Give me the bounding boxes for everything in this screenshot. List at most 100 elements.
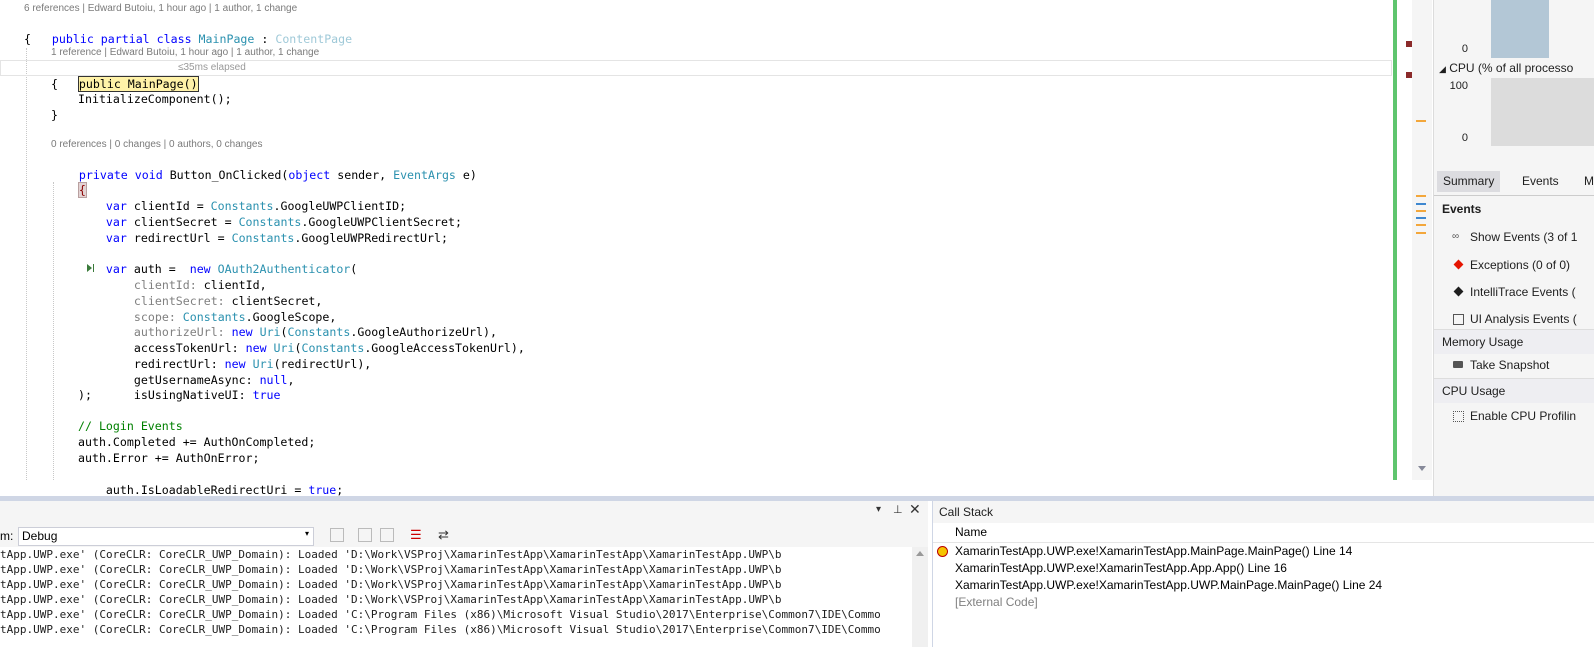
collapse-arrow-icon[interactable]: ◢ (1439, 64, 1446, 74)
class-declaration-line: public partial class MainPage : ContentP… (24, 15, 352, 46)
stack-frame[interactable]: XamarinTestApp.UWP.exe!XamarinTestApp.Ap… (933, 560, 1594, 577)
output-line: tApp.UWP.exe' (CoreCLR: CoreCLR_UWP_Doma… (0, 548, 782, 561)
tab-events[interactable]: Events (1516, 171, 1565, 192)
keyword: var (105, 231, 127, 245)
change-tracking-bar (1393, 0, 1397, 480)
output-text[interactable]: tApp.UWP.exe' (CoreCLR: CoreCLR_UWP_Doma… (0, 547, 912, 647)
stack-frame-name: XamarinTestApp.UWP.exe!XamarinTestApp.Ma… (955, 544, 1353, 558)
constructor-signature[interactable]: public MainPage() (77, 76, 199, 92)
dropdown-icon[interactable]: ▾ (876, 504, 881, 515)
run-to-click-icon[interactable] (87, 264, 92, 272)
editor-scrollbar[interactable] (1406, 0, 1432, 480)
tab-memory[interactable]: Me (1578, 171, 1594, 192)
enable-cpu-item[interactable]: Enable CPU Profilin (1434, 403, 1594, 429)
perftip[interactable]: ≤35ms elapsed (178, 61, 246, 75)
output-toolbar: m: Debug ▾ ☰ ⇄ (0, 525, 928, 547)
clear-all-icon[interactable]: ☰ (410, 527, 422, 543)
output-window: ▾ ⊥ ✕ m: Debug ▾ ☰ ⇄ tApp.UWP.exe' (Core… (0, 501, 928, 647)
keyword: void (134, 168, 163, 182)
tab-summary[interactable]: Summary (1437, 171, 1501, 192)
output-source-value: Debug (22, 529, 58, 543)
arg-accesstokenurl-line: accessTokenUrl: new Uri(Constants.Google… (106, 324, 525, 355)
arg-native-line: isUsingNativeUI: true (106, 371, 281, 402)
find-message-icon[interactable] (330, 528, 344, 542)
arg-clientid-line: clientId: clientId, (106, 261, 267, 292)
chart-cpu: 100 0 (1434, 78, 1594, 148)
call-stack-window: Call Stack Name XamarinTestApp.UWP.exe!X… (932, 501, 1594, 647)
comma: , (287, 373, 295, 387)
operator: = (217, 231, 225, 245)
pin-icon[interactable]: ⊥ (893, 503, 903, 516)
paren: ( (350, 262, 358, 276)
close-icon[interactable]: ✕ (909, 501, 921, 518)
handler-signature-line: private void Button_OnClicked(object sen… (51, 151, 477, 182)
codelens-handler[interactable]: 0 references | 0 changes | 0 authors, 0 … (51, 138, 262, 152)
output-line: tApp.UWP.exe' (CoreCLR: CoreCLR_UWP_Doma… (0, 578, 782, 591)
event-error-line: auth.Error += AuthOnError; (78, 451, 260, 465)
identifier: redirectUrl (133, 231, 211, 245)
events-icon: ∞ (1452, 231, 1460, 242)
chart-process-memory: 120 0 (1434, 0, 1594, 60)
code-editor[interactable]: 6 references | Edward Butoiu, 1 hour ago… (0, 0, 1432, 496)
method-name: Button_OnClicked( (169, 168, 289, 182)
keyword: partial (100, 32, 150, 46)
marker (1416, 232, 1426, 234)
member: .GoogleUWPRedirectUrl; (294, 231, 448, 245)
argument: .GoogleAccessTokenUrl), (364, 341, 525, 355)
cpu-chart-header[interactable]: ◢ CPU (% of all processo (1439, 61, 1573, 75)
show-events-item[interactable]: ∞ Show Events (3 of 1 (1434, 224, 1594, 250)
column-header-name[interactable]: Name (933, 523, 1594, 543)
indent-guide (53, 182, 54, 480)
ui-analysis-icon (1453, 314, 1464, 325)
codelens-class[interactable]: 6 references | Edward Butoiu, 1 hour ago… (24, 2, 297, 16)
next-message-icon[interactable] (380, 528, 394, 542)
class-name: MainPage (198, 32, 255, 46)
arg-scope-line: scope: Constants.GoogleScope, (106, 293, 336, 324)
memory-bar (1491, 0, 1549, 58)
keyword: true (252, 388, 281, 402)
exceptions-item[interactable]: Exceptions (0 of 0) (1434, 252, 1594, 278)
arg-getusername-line: getUsernameAsync: null, (106, 356, 295, 387)
axis-label: 0 (1461, 43, 1468, 55)
ctor-close-brace: } (51, 108, 58, 122)
colon: : (261, 32, 269, 46)
cpu-usage-header: CPU Usage (1434, 378, 1594, 403)
call-stack-title: Call Stack (939, 505, 994, 519)
stack-frame-external[interactable]: [External Code] (933, 594, 1594, 611)
chip-icon (1453, 411, 1464, 422)
ctor-open-brace: { (51, 77, 58, 91)
intellitrace-item[interactable]: IntelliTrace Events ( (1434, 279, 1594, 305)
cpu-chart-title: CPU (% of all processo (1449, 61, 1574, 75)
call-stack-grid: Name XamarinTestApp.UWP.exe!XamarinTestA… (933, 523, 1594, 647)
marker (1416, 195, 1426, 197)
stack-frame-name: XamarinTestApp.UWP.exe!XamarinTestApp.UW… (955, 578, 1383, 592)
marker (1416, 210, 1426, 212)
stack-frame[interactable]: XamarinTestApp.UWP.exe!XamarinTestApp.UW… (933, 577, 1594, 594)
exceptions-label: Exceptions (0 of 0) (1470, 258, 1571, 272)
prev-message-icon[interactable] (358, 528, 372, 542)
codelens-ctor[interactable]: 1 reference | Edward Butoiu, 1 hour ago … (51, 46, 319, 60)
take-snapshot-item[interactable]: Take Snapshot (1434, 352, 1594, 378)
show-events-label: Show Events (3 of 1 (1470, 230, 1578, 244)
chevron-down-icon: ▾ (304, 529, 309, 538)
redirect-loadable-line: auth.IsLoadableRedirectUri = true; (78, 466, 343, 496)
scroll-down-icon[interactable] (1418, 466, 1426, 471)
decl-redirecturl-line: var redirectUrl = Constants.GoogleUWPRed… (78, 214, 448, 245)
decl-clientid-line: var clientId = Constants.GoogleUWPClient… (78, 182, 406, 213)
stack-frame[interactable]: XamarinTestApp.UWP.exe!XamarinTestApp.Ma… (933, 543, 1594, 560)
breakpoint-marker (1406, 72, 1412, 78)
word-wrap-icon[interactable]: ⇄ (438, 527, 449, 543)
keyword: private (78, 168, 128, 182)
stack-frame-name: XamarinTestApp.UWP.exe!XamarinTestApp.Ap… (955, 561, 1287, 575)
base-class-name: ContentPage (275, 32, 353, 46)
marker (1416, 203, 1426, 205)
show-output-from-label: m: (0, 529, 14, 543)
output-source-select[interactable]: Debug ▾ (18, 527, 314, 546)
intellitrace-label: IntelliTrace Events ( (1470, 285, 1576, 299)
exception-diamond-icon (1453, 259, 1464, 270)
type-name: Constants (231, 231, 295, 245)
breakpoint-marker (1406, 41, 1412, 47)
scroll-up-icon[interactable] (916, 551, 924, 556)
statement: auth.IsLoadableRedirectUri = (105, 483, 309, 496)
output-scrollbar[interactable] (912, 547, 928, 647)
